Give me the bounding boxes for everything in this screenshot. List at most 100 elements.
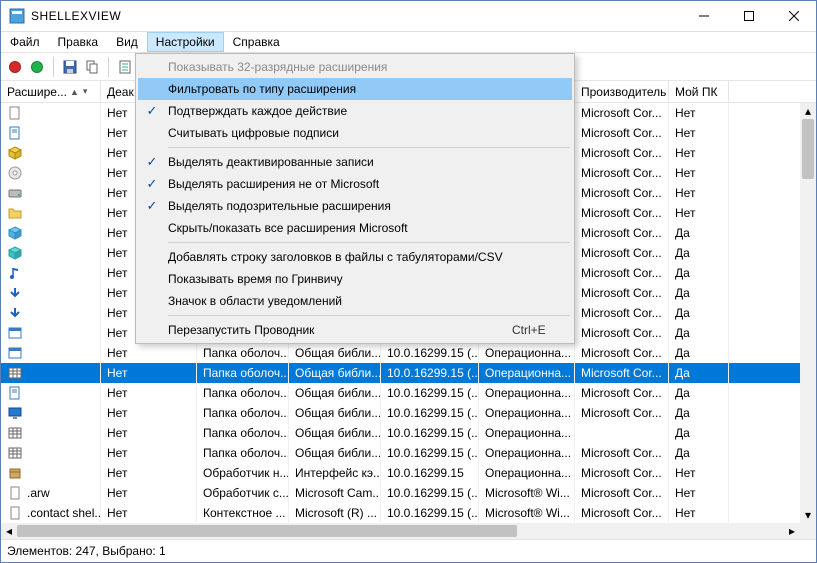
- menu-файл[interactable]: Файл: [1, 32, 49, 52]
- header-dropdown-icon[interactable]: ▾: [83, 86, 88, 97]
- menu-вид[interactable]: Вид: [107, 32, 147, 52]
- cell: .arw: [1, 483, 101, 503]
- cell: [1, 203, 101, 223]
- maximize-button[interactable]: [726, 1, 771, 31]
- cell: [1, 343, 101, 363]
- cell: Общая библи...: [289, 343, 381, 363]
- cell: Microsoft Cor...: [575, 223, 669, 243]
- cell: Нет: [669, 463, 729, 483]
- check-icon: ✓: [138, 154, 166, 170]
- menu-item[interactable]: ✓Выделять подозрительные расширения: [138, 195, 572, 217]
- cell: Папка оболоч...: [197, 403, 289, 423]
- scroll-track[interactable]: [17, 523, 784, 539]
- cell: Microsoft Cor...: [575, 403, 669, 423]
- cell: [1, 263, 101, 283]
- cell: Microsoft Cor...: [575, 243, 669, 263]
- menu-item-label: Подтверждать каждое действие: [166, 104, 512, 118]
- menu-item[interactable]: ✓Выделять расширения не от Microsoft: [138, 173, 572, 195]
- scroll-thumb[interactable]: [802, 119, 814, 179]
- table-row[interactable]: НетПапка оболоч...Общая библи...10.0.162…: [1, 423, 800, 443]
- menu-item[interactable]: Значок в области уведомлений: [138, 290, 572, 312]
- cell: Нет: [669, 163, 729, 183]
- cell: 10.0.16299.15 (...: [381, 383, 479, 403]
- cell: Microsoft Cor...: [575, 443, 669, 463]
- horizontal-scrollbar[interactable]: ◂ ▸: [1, 523, 800, 539]
- cell: Нет: [669, 483, 729, 503]
- screen-icon: [7, 405, 23, 421]
- cell: Да: [669, 223, 729, 243]
- menu-item-label: Выделять расширения не от Microsoft: [166, 177, 512, 191]
- save-icon[interactable]: [60, 57, 80, 77]
- cell: Общая библи...: [289, 403, 381, 423]
- cell: Microsoft Cor...: [575, 163, 669, 183]
- cell: Нет: [101, 343, 197, 363]
- cell: 10.0.16299.15 (...: [381, 343, 479, 363]
- cell: Да: [669, 443, 729, 463]
- cell: Папка оболоч...: [197, 423, 289, 443]
- menu-настройки[interactable]: Настройки: [147, 32, 224, 52]
- scroll-track[interactable]: [800, 119, 816, 507]
- menu-справка[interactable]: Справка: [224, 32, 289, 52]
- drive-icon: [7, 185, 23, 201]
- menu-item[interactable]: Показывать время по Гринвичу: [138, 268, 572, 290]
- minimize-button[interactable]: [681, 1, 726, 31]
- table-row[interactable]: .contact shel...НетКонтекстное ...Micros…: [1, 503, 800, 523]
- cell: [1, 363, 101, 383]
- cell: Нет: [101, 443, 197, 463]
- column-header-0[interactable]: Расшире...▲▾: [1, 81, 101, 102]
- properties-icon[interactable]: [115, 57, 135, 77]
- record-start-icon[interactable]: [27, 57, 47, 77]
- scroll-down-arrow[interactable]: ▾: [800, 507, 816, 523]
- sort-indicator-icon: ▲: [70, 87, 79, 97]
- record-stop-icon[interactable]: [5, 57, 25, 77]
- column-header-6[interactable]: Производитель: [575, 81, 669, 102]
- table-row[interactable]: НетПапка оболоч...Общая библи...10.0.162…: [1, 343, 800, 363]
- cell: Обработчик н...: [197, 463, 289, 483]
- cell: Нет: [101, 403, 197, 423]
- menu-item-label: Скрыть/показать все расширения Microsoft: [166, 221, 512, 235]
- cell: [1, 303, 101, 323]
- cell: Нет: [669, 123, 729, 143]
- scroll-up-arrow[interactable]: ▴: [800, 103, 816, 119]
- scroll-left-arrow[interactable]: ◂: [1, 523, 17, 539]
- cell: Microsoft Cor...: [575, 323, 669, 343]
- menubar: ФайлПравкаВидНастройкиСправка: [1, 31, 816, 53]
- table-row[interactable]: НетПапка оболоч...Общая библи...10.0.162…: [1, 383, 800, 403]
- menu-item[interactable]: Скрыть/показать все расширения Microsoft: [138, 217, 572, 239]
- menu-item[interactable]: Добавлять строку заголовков в файлы с та…: [138, 246, 572, 268]
- titlebar: SHELLEXVIEW: [1, 1, 816, 31]
- page-icon: [7, 105, 23, 121]
- vertical-scrollbar[interactable]: ▴ ▾: [800, 103, 816, 523]
- table-row[interactable]: НетПапка оболоч...Общая библи...10.0.162…: [1, 363, 800, 383]
- grid-icon: [7, 445, 23, 461]
- file-icon: [7, 485, 23, 501]
- table-row[interactable]: НетПапка оболоч...Общая библи...10.0.162…: [1, 443, 800, 463]
- menu-item[interactable]: ✓Выделять деактивированные записи: [138, 151, 572, 173]
- copy-icon[interactable]: [82, 57, 102, 77]
- menu-правка[interactable]: Правка: [49, 32, 108, 52]
- check-icon: ✓: [138, 103, 166, 119]
- menu-item[interactable]: ✓Подтверждать каждое действие: [138, 100, 572, 122]
- cell: Microsoft Cor...: [575, 483, 669, 503]
- close-button[interactable]: [771, 1, 816, 31]
- table-row[interactable]: НетОбработчик н...Интерфейс кэ...10.0.16…: [1, 463, 800, 483]
- cell: Microsoft® Wi...: [479, 503, 575, 523]
- table-row[interactable]: НетПапка оболоч...Общая библи...10.0.162…: [1, 403, 800, 423]
- scroll-right-arrow[interactable]: ▸: [784, 523, 800, 539]
- column-header-7[interactable]: Мой ПК: [669, 81, 729, 102]
- cell: .contact shel...: [1, 503, 101, 523]
- scroll-thumb[interactable]: [17, 525, 517, 537]
- cell: [1, 323, 101, 343]
- cell-text: .contact shel...: [27, 506, 101, 520]
- menu-item-label: Добавлять строку заголовков в файлы с та…: [166, 250, 512, 264]
- window-icon: [7, 345, 23, 361]
- cell: Общая библи...: [289, 443, 381, 463]
- cd-icon: [7, 165, 23, 181]
- cell: Операционна...: [479, 403, 575, 423]
- menu-item[interactable]: Перезапустить ПроводникCtrl+E: [138, 319, 572, 341]
- cell: [575, 423, 669, 443]
- table-row[interactable]: .arwНетОбработчик с...Microsoft Cam...10…: [1, 483, 800, 503]
- menu-item[interactable]: Считывать цифровые подписи: [138, 122, 572, 144]
- menu-item[interactable]: Фильтровать по типу расширения: [138, 78, 572, 100]
- cell: Microsoft (R) ...: [289, 503, 381, 523]
